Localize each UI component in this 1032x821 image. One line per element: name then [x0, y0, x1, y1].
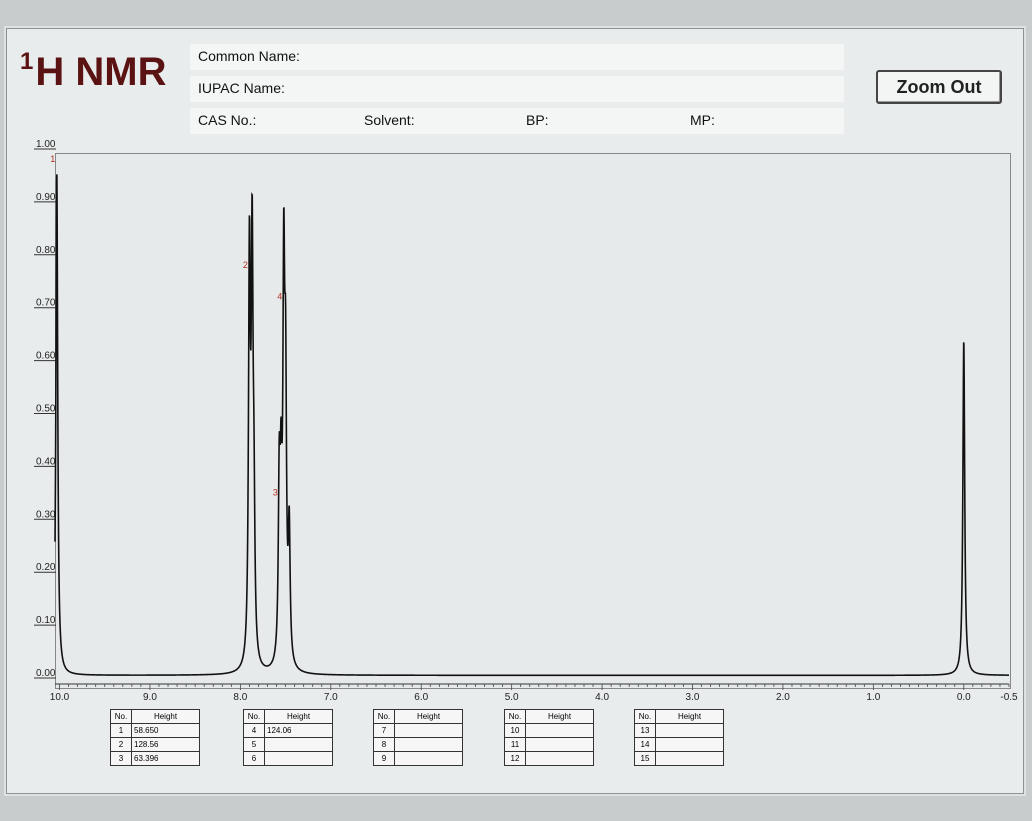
table-header-row: No. Height [634, 709, 724, 724]
table-row: 12 [504, 751, 594, 766]
x-tick-label: 9.0 [143, 692, 157, 703]
nmr-spectrum-chart: 0.00 0.10 0.20 0.30 0.40 0.50 0.60 0.70 0.80 0.90… [34, 139, 1018, 703]
row-height [655, 737, 724, 752]
row-height: 124.06 [264, 723, 333, 738]
table-row: 10 [504, 723, 594, 738]
peak-table-3: No. Height 7 8 9 [373, 709, 463, 766]
y-tick-label: 1.00 [36, 139, 56, 150]
y-tick-label: 0.40 [36, 456, 56, 467]
table-row: 2 128.56 [110, 737, 200, 752]
col-no-header: No. [243, 709, 265, 724]
table-row: 8 [373, 737, 463, 752]
row-no: 3 [110, 751, 132, 766]
row-no: 7 [373, 723, 395, 738]
table-row: 13 [634, 723, 724, 738]
spectrum-line [54, 174, 1010, 677]
peak-label: 3 [273, 487, 278, 497]
row-height [394, 737, 463, 752]
table-header-row: No. Height [110, 709, 200, 724]
peak-table-4: No. Height 10 11 12 [504, 709, 594, 766]
y-tick-label: 0.20 [36, 562, 56, 573]
table-row: 9 [373, 751, 463, 766]
row-height [264, 737, 333, 752]
x-tick-label: 10.0 [50, 692, 70, 703]
row-no: 2 [110, 737, 132, 752]
table-row: 11 [504, 737, 594, 752]
row-height: 63.396 [131, 751, 200, 766]
y-tick-label: 0.50 [36, 404, 56, 415]
col-no-header: No. [504, 709, 526, 724]
row-height [525, 751, 594, 766]
table-row: 3 63.396 [110, 751, 200, 766]
x-tick-label: 3.0 [686, 692, 700, 703]
row-height [264, 751, 333, 766]
table-row: 5 [243, 737, 333, 752]
x-tick-label: 6.0 [414, 692, 428, 703]
row-no: 1 [110, 723, 132, 738]
table-row: 6 [243, 751, 333, 766]
x-tick-label: 5.0 [505, 692, 519, 703]
peak-label: 4 [277, 292, 282, 302]
row-no: 15 [634, 751, 656, 766]
col-no-header: No. [110, 709, 132, 724]
row-height [525, 737, 594, 752]
peak-table-5: No. Height 13 14 15 [634, 709, 724, 766]
col-height-header: Height [655, 709, 724, 724]
table-row: 15 [634, 751, 724, 766]
table-header-row: No. Height [373, 709, 463, 724]
row-height [394, 751, 463, 766]
y-tick-label: 0.90 [36, 192, 56, 203]
x-tick-label: 8.0 [233, 692, 247, 703]
peak-table-2: No. Height 4 124.06 5 6 [243, 709, 333, 766]
table-header-row: No. Height [243, 709, 333, 724]
row-no: 13 [634, 723, 656, 738]
table-row: 7 [373, 723, 463, 738]
row-height [655, 723, 724, 738]
row-no: 4 [243, 723, 265, 738]
x-tick-label: 4.0 [595, 692, 609, 703]
y-tick-label: 0.10 [36, 615, 56, 626]
col-no-header: No. [634, 709, 656, 724]
row-no: 8 [373, 737, 395, 752]
x-tick-label: 2.0 [776, 692, 790, 703]
row-height [525, 723, 594, 738]
y-tick-label: 0.30 [36, 509, 56, 520]
row-no: 10 [504, 723, 526, 738]
y-tick-label: 0.00 [36, 668, 56, 679]
x-tick-label: 7.0 [324, 692, 338, 703]
table-row: 14 [634, 737, 724, 752]
row-no: 12 [504, 751, 526, 766]
row-no: 14 [634, 737, 656, 752]
row-height: 128.56 [131, 737, 200, 752]
y-tick-label: 0.70 [36, 298, 56, 309]
row-no: 5 [243, 737, 265, 752]
col-height-header: Height [525, 709, 594, 724]
row-no: 9 [373, 751, 395, 766]
x-tick-label: -0.5 [1000, 692, 1018, 703]
row-no: 6 [243, 751, 265, 766]
peak-table-1: No. Height 1 58.650 2 128.56 3 63.396 [110, 709, 200, 766]
row-height [394, 723, 463, 738]
table-row: 4 124.06 [243, 723, 333, 738]
col-no-header: No. [373, 709, 395, 724]
x-tick-label: 1.0 [866, 692, 880, 703]
x-tick-label: 0.0 [957, 692, 971, 703]
col-height-header: Height [131, 709, 200, 724]
peak-label: 1 [50, 154, 55, 164]
row-no: 11 [504, 737, 526, 752]
col-height-header: Height [264, 709, 333, 724]
table-row: 1 58.650 [110, 723, 200, 738]
table-header-row: No. Height [504, 709, 594, 724]
col-height-header: Height [394, 709, 463, 724]
peak-label: 2 [243, 260, 248, 270]
row-height: 58.650 [131, 723, 200, 738]
y-tick-label: 0.60 [36, 351, 56, 362]
row-height [655, 751, 724, 766]
y-tick-label: 0.80 [36, 245, 56, 256]
